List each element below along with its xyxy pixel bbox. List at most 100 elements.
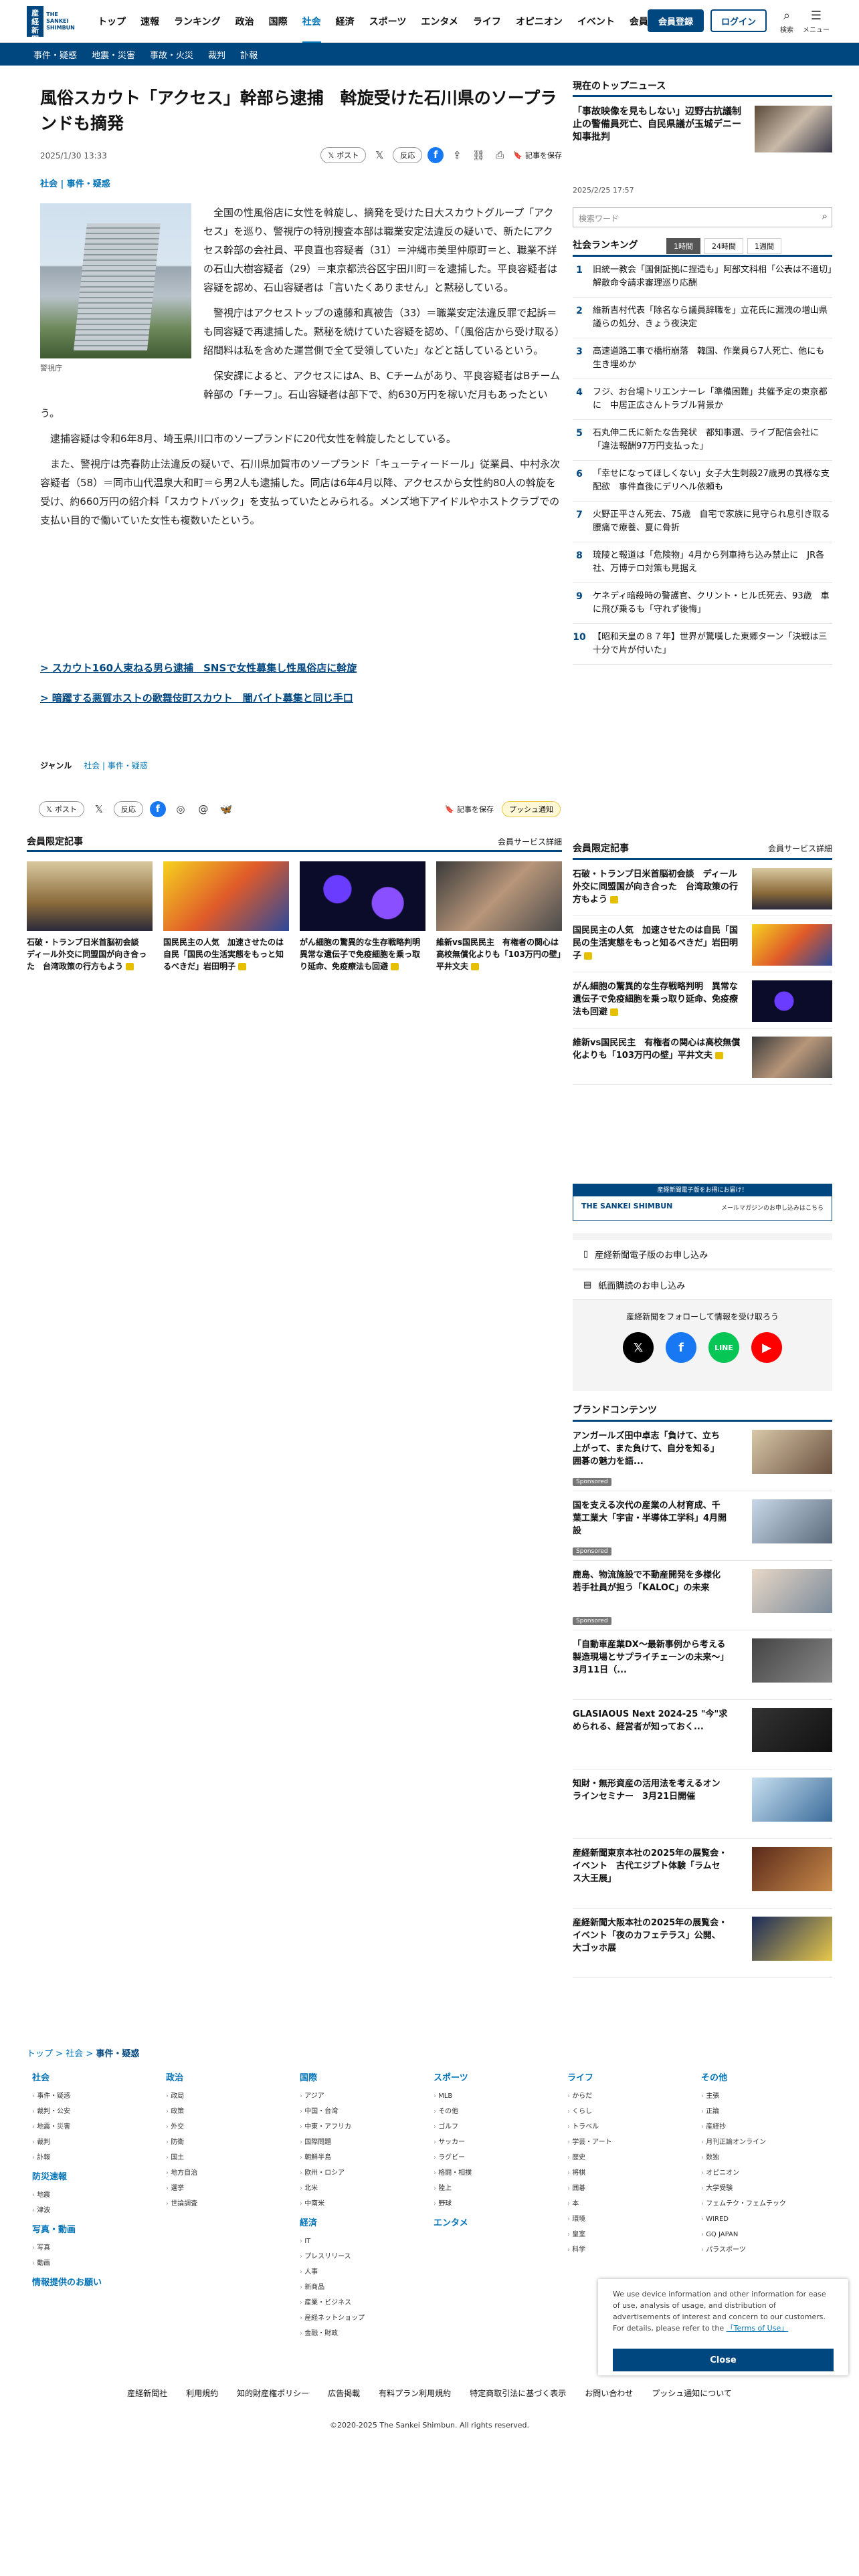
footer-link[interactable]: 野球 xyxy=(434,2196,567,2212)
footer-link[interactable]: 欧州・ロシア xyxy=(300,2165,434,2181)
ranking-item[interactable]: 10 【昭和天皇の８７年】世界が驚嘆した東郷ターン「決戦は三十分で片が付いた」 xyxy=(573,624,832,665)
subnav-incidents[interactable]: 事件・疑惑 xyxy=(33,48,77,61)
footer-link[interactable]: 世論調査 xyxy=(166,2196,300,2212)
brand-item[interactable]: 知財・無形資産の活用法を考えるオンラインセミナー 3月21日開催 xyxy=(573,1769,832,1839)
genre-value[interactable]: 社会 | 事件・疑惑 xyxy=(84,761,148,770)
brand-item[interactable]: 国を支える次代の産業の人材育成、千葉工業大「宇宙・半導体工学科」4月開設 Spon… xyxy=(573,1491,832,1561)
footer-link[interactable]: 写真 xyxy=(32,2240,166,2256)
footer-link[interactable]: ラグビー xyxy=(434,2150,567,2165)
footer-link[interactable]: 裁判 xyxy=(32,2135,166,2150)
member-card[interactable]: 国民民主の人気 加速させたのは自民「国民の生活実態をもっと知るべきだ」岩田明子 xyxy=(163,861,289,972)
sidebar-member-item[interactable]: がん細胞の驚異的な生存戦略判明 異常な遺伝子で免疫細胞を乗っ取り延命、免疫療法も… xyxy=(573,972,832,1029)
footer-link[interactable]: 中南米 xyxy=(300,2196,434,2212)
footer-link[interactable]: 国際問題 xyxy=(300,2135,434,2150)
ranking-item[interactable]: 6 「幸せになってほしくない」女子大生刺殺27歳男の異様な支配欲 事件直後にデリヘ… xyxy=(573,461,832,502)
footer-link[interactable]: 地震 xyxy=(32,2187,166,2203)
sidebar-member-item[interactable]: 国民民主の人気 加速させたのは自民「国民の生活実態をもっと知るべきだ」岩田明子 xyxy=(573,916,832,972)
cookie-close-button[interactable]: Close xyxy=(613,2349,834,2371)
footer-link[interactable]: プレスリリース xyxy=(300,2249,434,2264)
nav-economy[interactable]: 経済 xyxy=(336,15,355,28)
footer-column-title[interactable]: スポーツ xyxy=(434,2070,567,2083)
ranking-item[interactable]: 9 ケネディ暗殺時の警護官、クリント・ヒル氏死去、93歳 車に飛び乗るも「守れず後… xyxy=(573,583,832,624)
nav-sports[interactable]: スポーツ xyxy=(369,15,407,28)
footer-link[interactable]: 環境 xyxy=(567,2212,701,2227)
brand-item[interactable]: 産経新聞大阪本社の2025年の展覧会・イベント「夜のカフェテラス」公開、大ゴッホ… xyxy=(573,1909,832,1978)
article-categories[interactable]: 社会 | 事件・疑惑 xyxy=(40,177,110,189)
footer-link[interactable]: 主張 xyxy=(701,2088,835,2104)
footer-link[interactable]: 皇室 xyxy=(567,2227,701,2242)
line-icon[interactable]: ◎ xyxy=(173,801,189,817)
footer-link[interactable]: 津波 xyxy=(32,2203,166,2218)
nav-opinion[interactable]: オピニオン xyxy=(516,15,563,28)
line-icon[interactable]: LINE xyxy=(708,1332,739,1363)
tab-24hours[interactable]: 24時間 xyxy=(704,238,743,254)
footer-link[interactable]: サッカー xyxy=(434,2135,567,2150)
subnav-disaster[interactable]: 地震・災害 xyxy=(92,48,135,61)
ranking-item[interactable]: 7 火野正平さん死去、75歳 自宅で家族に見守られ息引き取る 腰痛で療養、夏に骨折 xyxy=(573,502,839,542)
footer-link[interactable]: 金融・財政 xyxy=(300,2326,434,2341)
footer-link[interactable]: 人事 xyxy=(300,2264,434,2280)
ranking-item[interactable]: 3 高速道路工事で橋桁崩落 韓国、作業員ら7人死亡、他にも生き埋めか xyxy=(573,338,832,379)
footer-column-title[interactable]: 社会 xyxy=(32,2070,166,2083)
search-button[interactable]: ⌕ 検索 xyxy=(773,8,800,37)
tab-1week[interactable]: 1週間 xyxy=(747,238,781,254)
footer-link[interactable]: 外交 xyxy=(166,2119,300,2135)
members-more-link[interactable]: 会員サービス詳細 xyxy=(498,836,562,847)
ranking-item[interactable]: 1 旧統一教会「国側証拠に捏造も」阿部文科相「公表は不適切」解散命令請求審理巡り応… xyxy=(573,257,832,298)
subscribe-digital-link[interactable]: ▯ 産経新聞電子版のお申し込み xyxy=(573,1240,832,1269)
nav-event[interactable]: イベント xyxy=(577,15,615,28)
bluesky-icon[interactable]: 🦋 xyxy=(218,801,234,817)
footer-link[interactable]: 裁判・公安 xyxy=(32,2104,166,2119)
footer-column-title[interactable]: その他 xyxy=(701,2070,835,2083)
search-input[interactable]: 検索ワード ⌕ xyxy=(573,207,832,227)
nav-ranking[interactable]: ランキング xyxy=(174,15,221,28)
facebook-icon[interactable]: f xyxy=(149,801,166,817)
footer-bottom-link[interactable]: 利用規約 xyxy=(186,2387,218,2399)
footer-column-title[interactable]: 国際 xyxy=(300,2070,434,2083)
footer-column-title[interactable]: 防災速報 xyxy=(32,2169,166,2182)
youtube-icon[interactable]: ▶ xyxy=(751,1332,782,1363)
x-share-icon[interactable]: 𝕏 xyxy=(91,801,107,817)
ranking-item[interactable]: 2 維新吉村代表「除名なら議員辞職を」立花氏に漏洩の増山県議らの処分、きょう夜決定 xyxy=(573,298,832,338)
member-card[interactable]: 石破・トランプ日米首脳初会談 ディール外交に同盟国が向き合った 台湾政策の行方も… xyxy=(27,861,153,972)
nav-world[interactable]: 国際 xyxy=(269,15,288,28)
footer-link[interactable]: くらし xyxy=(567,2104,701,2119)
print-icon[interactable]: ⎙ xyxy=(492,147,508,163)
breadcrumb-society[interactable]: 社会 xyxy=(66,2049,83,2059)
related-link[interactable]: > 暗躍する悪質ホストの歌舞伎町スカウト 闇バイト募集と同じ手口 xyxy=(40,691,562,705)
subscribe-paper-link[interactable]: ▤ 紙面購読のお申し込み xyxy=(573,1271,832,1300)
footer-link[interactable]: 訃報 xyxy=(32,2150,166,2165)
footer-bottom-link[interactable]: 知的財産権ポリシー xyxy=(237,2387,309,2399)
footer-link[interactable]: パラスポーツ xyxy=(701,2242,835,2258)
footer-link[interactable]: 将棋 xyxy=(567,2165,701,2181)
footer-link[interactable]: GQ JAPAN xyxy=(701,2227,835,2242)
footer-link[interactable]: 月刊正論オンライン xyxy=(701,2135,835,2150)
footer-link[interactable]: 事件・疑惑 xyxy=(32,2088,166,2104)
footer-link[interactable]: 産業・ビジネス xyxy=(300,2295,434,2311)
footer-link[interactable]: からだ xyxy=(567,2088,701,2104)
footer-bottom-link[interactable]: 有料プラン利用規約 xyxy=(379,2387,451,2399)
share-icon[interactable]: ⇪ xyxy=(449,147,465,163)
footer-link[interactable]: 新商品 xyxy=(300,2280,434,2295)
ranking-item[interactable]: 5 石丸伸二氏に新たな告発状 都知事選、ライブ配信会社に「違法報酬97万円支払った… xyxy=(573,420,832,461)
facebook-icon[interactable]: f xyxy=(666,1332,696,1363)
footer-link[interactable]: 政局 xyxy=(166,2088,300,2104)
post-button[interactable]: 𝕏 ポスト xyxy=(39,801,84,817)
push-notification-button[interactable]: プッシュ通知 xyxy=(502,801,561,817)
top-news-item[interactable]: 「事故映像を見もしない」辺野古抗議制止の警備員死亡、自民県議が玉城デニー知事批判 xyxy=(573,106,832,159)
nav-society[interactable]: 社会 xyxy=(302,0,321,43)
related-link[interactable]: > スカウト160人束ねる男ら逮捕 SNSで女性募集し性風俗店に斡旋 xyxy=(40,661,562,675)
register-button[interactable]: 会員登録 xyxy=(648,9,704,32)
member-card[interactable]: 維新vs国民民主 有権者の関心は高校無償化よりも「103万円の壁」平井文夫 xyxy=(436,861,562,972)
footer-link[interactable]: WIRED xyxy=(701,2212,835,2227)
footer-column-title[interactable]: 政治 xyxy=(166,2070,300,2083)
footer-link[interactable]: 政策 xyxy=(166,2104,300,2119)
save-article-button[interactable]: 🔖 記事を保存 xyxy=(513,150,562,160)
footer-column-title[interactable]: 経済 xyxy=(300,2216,434,2228)
post-button[interactable]: 𝕏 ポスト xyxy=(320,147,367,163)
search-icon[interactable]: ⌕ xyxy=(822,210,828,222)
footer-link[interactable]: 正論 xyxy=(701,2104,835,2119)
footer-link[interactable]: 歴史 xyxy=(567,2150,701,2165)
footer-column-title[interactable]: 情報提供のお願い xyxy=(32,2275,166,2288)
site-logo[interactable]: 産経新聞 THE SANKEI SHIMBUN xyxy=(27,5,82,43)
